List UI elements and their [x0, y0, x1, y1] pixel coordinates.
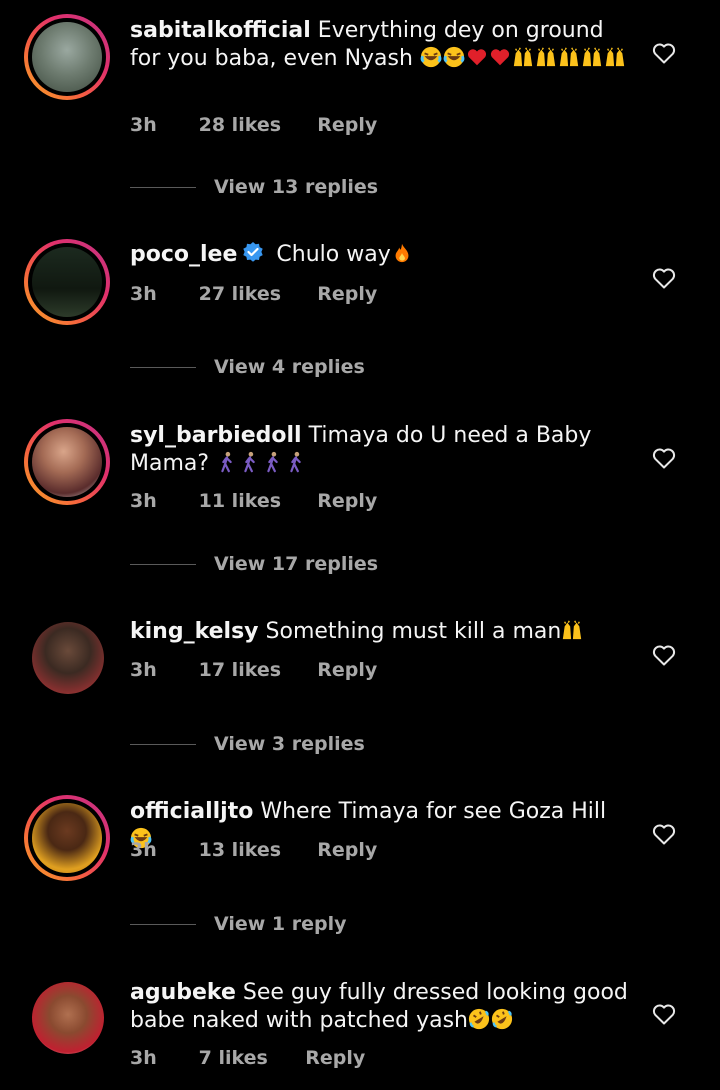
divider-line — [130, 187, 196, 188]
comment-username[interactable]: agubeke — [130, 980, 236, 1005]
avatar[interactable] — [24, 14, 110, 100]
comment-body: Chulo way — [276, 242, 391, 267]
comment-text: sabitalkofficial Everything dey on groun… — [130, 17, 630, 73]
comment-time: 3h — [130, 839, 157, 861]
comment-likes[interactable]: 27 likes — [199, 283, 311, 305]
view-replies-button[interactable]: View 4 replies — [130, 356, 365, 378]
reply-button[interactable]: Reply — [317, 283, 377, 305]
reply-button[interactable]: Reply — [317, 490, 377, 512]
raising-hands-emoji — [561, 619, 583, 641]
avatar[interactable] — [24, 419, 110, 505]
reply-button[interactable]: Reply — [317, 114, 377, 136]
heart-outline-icon[interactable] — [652, 1003, 676, 1025]
comment-meta: 3h 17 likes Reply — [130, 659, 377, 681]
comment-meta: 3h 7 likes Reply — [130, 1047, 365, 1069]
raising-hands-emoji — [512, 46, 534, 68]
comment-time: 3h — [130, 283, 157, 305]
view-replies-button[interactable]: View 1 reply — [130, 913, 347, 935]
view-replies-label: View 13 replies — [214, 176, 379, 198]
heart-outline-icon[interactable] — [652, 447, 676, 469]
face-with-tears-of-joy-emoji — [420, 46, 442, 68]
comment-text: syl_barbiedoll Timaya do U need a Baby M… — [130, 422, 630, 478]
comment-likes[interactable]: 13 likes — [199, 839, 311, 861]
person-walking-emoji — [216, 451, 238, 473]
avatar[interactable] — [24, 795, 110, 881]
heart-outline-icon[interactable] — [652, 644, 676, 666]
comment-text: poco_lee Chulo way — [130, 241, 630, 269]
view-replies-label: View 3 replies — [214, 733, 365, 755]
comment-time: 3h — [130, 1047, 157, 1069]
comment-likes[interactable]: 28 likes — [199, 114, 311, 136]
comment-meta: 3h 28 likes Reply — [130, 114, 377, 136]
comment-body: Where Timaya for see Goza Hill — [260, 799, 607, 824]
rolling-on-floor-laughing-emoji — [468, 1008, 490, 1030]
reply-button[interactable]: Reply — [317, 839, 377, 861]
comment-username[interactable]: officialljto — [130, 799, 253, 824]
red-heart-emoji — [466, 46, 488, 68]
view-replies-label: View 4 replies — [214, 356, 365, 378]
divider-line — [130, 367, 196, 368]
view-replies-button[interactable]: View 17 replies — [130, 553, 378, 575]
divider-line — [130, 924, 196, 925]
reply-button[interactable]: Reply — [305, 1047, 365, 1069]
raising-hands-emoji — [581, 46, 603, 68]
comment-likes[interactable]: 11 likes — [199, 490, 311, 512]
red-heart-emoji — [489, 46, 511, 68]
avatar[interactable] — [32, 622, 104, 694]
heart-outline-icon[interactable] — [652, 267, 676, 289]
comment-likes[interactable]: 17 likes — [199, 659, 311, 681]
comment-meta: 3h 11 likes Reply — [130, 490, 377, 512]
view-replies-label: View 1 reply — [214, 913, 347, 935]
view-replies-button[interactable]: View 3 replies — [130, 733, 365, 755]
raising-hands-emoji — [558, 46, 580, 68]
raising-hands-emoji — [535, 46, 557, 68]
divider-line — [130, 564, 196, 565]
view-replies-button[interactable]: View 13 replies — [130, 176, 378, 198]
heart-outline-icon[interactable] — [652, 42, 676, 64]
rolling-on-floor-laughing-emoji — [491, 1008, 513, 1030]
comment-time: 3h — [130, 659, 157, 681]
comment-time: 3h — [130, 490, 157, 512]
comment-text: agubeke See guy fully dressed looking go… — [130, 979, 630, 1035]
comment-time: 3h — [130, 114, 157, 136]
comment-body: Something must kill a man — [265, 619, 562, 644]
comment-text: king_kelsy Something must kill a man — [130, 618, 630, 646]
avatar[interactable] — [24, 239, 110, 325]
fire-emoji — [391, 242, 413, 264]
comment-meta: 3h 13 likes Reply — [130, 839, 377, 861]
comment-username[interactable]: sabitalkofficial — [130, 18, 311, 43]
person-walking-emoji — [262, 451, 284, 473]
comment-username[interactable]: poco_lee — [130, 242, 237, 267]
raising-hands-emoji — [604, 46, 626, 68]
heart-outline-icon[interactable] — [652, 823, 676, 845]
reply-button[interactable]: Reply — [317, 659, 377, 681]
verified-badge-icon — [243, 242, 264, 262]
avatar[interactable] — [32, 982, 104, 1054]
comment-likes[interactable]: 7 likes — [199, 1047, 299, 1069]
person-walking-emoji — [285, 451, 307, 473]
view-replies-label: View 17 replies — [214, 553, 379, 575]
divider-line — [130, 744, 196, 745]
comment-meta: 3h 27 likes Reply — [130, 283, 377, 305]
comment-username[interactable]: king_kelsy — [130, 619, 259, 644]
person-walking-emoji — [239, 451, 261, 473]
comment-username[interactable]: syl_barbiedoll — [130, 423, 302, 448]
face-with-tears-of-joy-emoji — [443, 46, 465, 68]
